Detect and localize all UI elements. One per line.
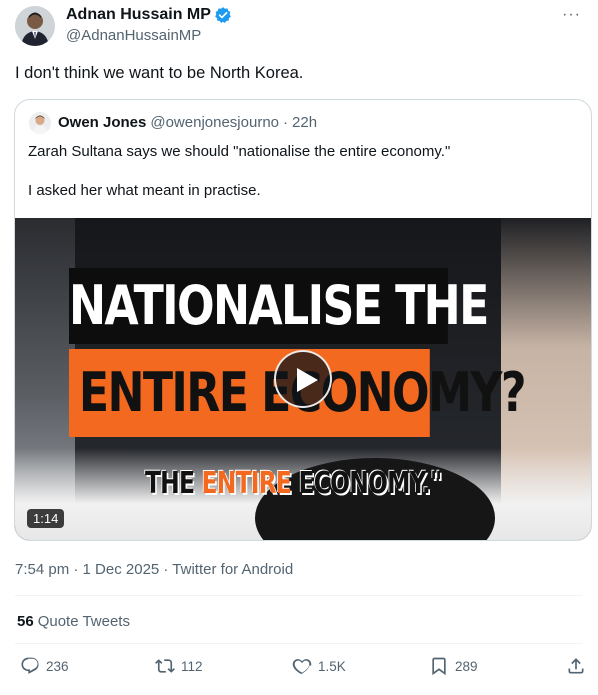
divider [15,643,583,644]
quote-tweets-label: Quote Tweets [37,613,130,630]
reply-count: 236 [46,658,69,674]
author-handle[interactable]: @AdnanHussainMP [66,27,201,44]
verified-badge-icon [214,6,232,24]
video-media[interactable]: NATIONALISE THE ENTIRE ECONOMY? THE ENTI… [15,218,591,540]
quoted-author-handle: @owenjonesjourno [150,114,280,131]
video-subcaption: THE ENTIRE ECONOMY." [145,466,442,501]
bookmark-count: 289 [455,658,478,674]
more-dots-icon[interactable]: ··· [562,6,581,24]
video-caption-line2: ENTIRE ECONOMY? [69,349,527,437]
quoted-text-line1: Zarah Sultana says we should "nationalis… [28,143,451,160]
bookmark-icon [432,657,446,676]
subcaption-accent: ENTIRE [201,466,292,501]
quoted-tweet-card[interactable]: Owen Jones @owenjonesjourno · 22h Zarah … [14,99,592,541]
subcaption-pre: THE [145,466,202,501]
author-avatar[interactable] [15,6,55,46]
quote-tweets-link[interactable]: 56 Quote Tweets [17,613,130,630]
author-name[interactable]: Adnan Hussain MP [66,6,232,24]
quote-tweets-count: 56 [17,613,34,630]
quoted-author-avatar [29,112,51,134]
play-button[interactable] [274,350,332,408]
author-name-text: Adnan Hussain MP [66,6,211,23]
retweet-button[interactable]: 112 [155,656,203,676]
quoted-time: 22h [292,114,318,131]
quoted-text-line2: I asked her what meant in practise. [28,182,261,199]
video-duration: 1:14 [27,509,65,528]
share-icon [568,658,584,674]
bookmark-button[interactable]: 289 [429,656,478,676]
quoted-header: Owen Jones @owenjonesjourno · 22h [58,114,317,131]
like-count: 1.5K [318,658,346,674]
tweet-text: I don't think we want to be North Korea. [15,64,304,82]
reply-icon [21,657,39,674]
play-icon [297,368,318,392]
like-button[interactable]: 1.5K [292,656,346,676]
action-bar: 236 112 1.5K 289 [0,656,598,686]
tweet-timestamp[interactable]: 7:54 pm · 1 Dec 2025 · Twitter for Andro… [15,561,293,578]
reply-button[interactable]: 236 [20,656,69,676]
quoted-separator: · [283,114,289,131]
quoted-author-name: Owen Jones [58,114,147,131]
subcaption-post: ECONOMY." [291,466,442,501]
retweet-count: 112 [181,658,203,674]
retweet-icon [155,659,175,673]
heart-icon [292,659,312,675]
share-button[interactable] [566,656,586,676]
divider [15,595,583,596]
video-caption-line1: NATIONALISE THE [69,268,489,344]
